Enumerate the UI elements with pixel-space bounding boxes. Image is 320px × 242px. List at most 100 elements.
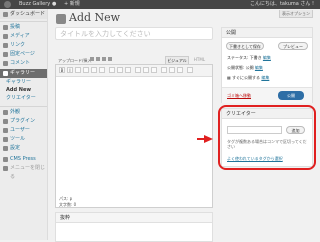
sidebar-item-label: ダッシュボード xyxy=(10,11,46,17)
add-video-icon[interactable] xyxy=(96,57,100,61)
new-content-link[interactable]: + 新規 xyxy=(64,1,80,8)
sidebar-item-cms-press[interactable]: CMS Press xyxy=(0,155,47,164)
sidebar-item-users[interactable]: ユーザー xyxy=(0,126,47,135)
page-title: Add New xyxy=(69,11,121,24)
bold-button[interactable]: B xyxy=(59,67,65,73)
cms-icon xyxy=(3,157,8,162)
pin-icon xyxy=(3,25,8,30)
blockquote-button[interactable] xyxy=(99,67,105,73)
align-left-button[interactable] xyxy=(109,67,115,73)
sidebar-item-posts[interactable]: 投稿 xyxy=(0,23,47,32)
sidebar-item-dashboard[interactable]: ダッシュボード xyxy=(0,10,47,19)
title-input[interactable]: タイトルを入力してください xyxy=(55,27,213,40)
extra-button[interactable] xyxy=(187,67,193,73)
submenu-item-creator[interactable]: クリエイター xyxy=(0,95,47,102)
howdy-user-link[interactable]: こんにちは、takuma さん ! xyxy=(250,1,314,8)
align-right-button[interactable] xyxy=(125,67,131,73)
strikethrough-button[interactable] xyxy=(75,67,81,73)
comment-icon xyxy=(3,61,8,66)
sidebar-item-label: メニューを閉じる xyxy=(10,165,46,180)
dashboard-icon xyxy=(3,12,8,17)
admin-bar: Buzz Gallery ● + 新規 こんにちは、takuma さん ! xyxy=(0,0,320,9)
sidebar-item-label: 外観 xyxy=(10,109,21,115)
collapse-icon xyxy=(3,166,8,171)
submenu-label: ギャラリー xyxy=(6,79,32,85)
publish-box: 公開 下書きとして保存 プレビュー ステータス: 下書き 編集 公開状態: 公開… xyxy=(221,27,313,103)
visibility-edit-link[interactable]: 編集 xyxy=(255,65,263,70)
schedule-edit-link[interactable]: 編集 xyxy=(261,75,269,80)
tab-html[interactable]: HTML xyxy=(191,56,208,64)
unlink-button[interactable] xyxy=(143,67,149,73)
sidebar-item-appearance[interactable]: 外観 xyxy=(0,108,47,117)
preview-button[interactable]: プレビュー xyxy=(278,42,308,50)
sidebar-separator xyxy=(0,106,47,107)
sidebar-item-comments[interactable]: コメント xyxy=(0,59,47,68)
spellcheck-button[interactable] xyxy=(161,67,167,73)
sidebar-item-links[interactable]: リンク xyxy=(0,41,47,50)
gallery-icon xyxy=(3,71,8,76)
collapse-menu-button[interactable]: メニューを閉じる xyxy=(0,164,47,180)
excerpt-heading[interactable]: 抜粋 xyxy=(56,213,212,223)
site-name-link[interactable]: Buzz Gallery xyxy=(19,1,50,8)
admin-sidebar: ダッシュボード 投稿 メディア リンク 固定ページ コメント ギャラリー ギャラ… xyxy=(0,9,48,240)
submenu-label: クリエイター xyxy=(6,95,36,101)
sidebar-item-label: プラグイン xyxy=(10,118,36,124)
screen-options-button[interactable]: 表示オプション xyxy=(279,10,313,18)
visibility-row: 公開状態: 公開 編集 xyxy=(227,65,263,71)
add-audio-icon[interactable] xyxy=(102,57,106,61)
sidebar-item-label: メディア xyxy=(10,33,30,39)
add-image-icon[interactable] xyxy=(90,57,94,61)
word-count: 文字数: 0 xyxy=(59,202,77,207)
fullscreen-button[interactable] xyxy=(169,67,175,73)
excerpt-box: 抜粋 xyxy=(55,212,213,242)
italic-button[interactable]: I xyxy=(67,67,73,73)
status-label: ステータス: 下書き xyxy=(227,55,262,60)
submenu-item-add-new[interactable]: Add New xyxy=(0,87,47,94)
sidebar-separator xyxy=(0,21,47,22)
settings-icon xyxy=(3,146,8,151)
sidebar-item-label: ギャラリー xyxy=(10,70,36,76)
status-edit-link[interactable]: 編集 xyxy=(263,55,271,60)
align-center-button[interactable] xyxy=(117,67,123,73)
bullet-list-button[interactable] xyxy=(83,67,89,73)
trash-link[interactable]: ゴミ箱へ移動 xyxy=(227,93,251,99)
wordpress-logo-icon[interactable] xyxy=(4,1,11,8)
schedule-row: ▦ すぐに公開する 編集 xyxy=(227,75,269,81)
status-row: ステータス: 下書き 編集 xyxy=(227,55,271,61)
kitchen-sink-button[interactable] xyxy=(177,67,183,73)
appearance-icon xyxy=(3,110,8,115)
add-media-icon[interactable] xyxy=(108,57,112,61)
sidebar-item-plugins[interactable]: プラグイン xyxy=(0,117,47,126)
sidebar-item-settings[interactable]: 設定 xyxy=(0,144,47,153)
visibility-label: 公開状態: 公開 xyxy=(227,65,254,70)
sidebar-item-label: コメント xyxy=(10,60,31,66)
arrow-icon xyxy=(204,135,213,143)
user-icon xyxy=(3,128,8,133)
numbered-list-button[interactable] xyxy=(91,67,97,73)
save-draft-button[interactable]: 下書きとして保存 xyxy=(226,42,264,50)
content-editor[interactable]: B I パス: p 文字数: 0 xyxy=(55,64,213,208)
sidebar-item-label: ユーザー xyxy=(10,127,30,133)
publish-heading[interactable]: 公開 xyxy=(222,28,312,38)
editor-toolbar: B I xyxy=(56,65,212,77)
link-button[interactable] xyxy=(135,67,141,73)
schedule-label: すぐに公開する xyxy=(232,75,261,80)
publish-button[interactable]: 公開 xyxy=(278,91,304,100)
sidebar-item-media[interactable]: メディア xyxy=(0,32,47,41)
comment-bubble-icon[interactable]: ● xyxy=(52,1,56,8)
submenu-item-gallery[interactable]: ギャラリー xyxy=(0,79,47,86)
sidebar-item-label: リンク xyxy=(10,42,26,48)
highlight-outline xyxy=(218,105,316,170)
plugin-icon xyxy=(3,119,8,124)
media-icon xyxy=(3,34,8,39)
sidebar-item-label: CMS Press xyxy=(10,156,36,162)
tools-icon xyxy=(3,137,8,142)
sidebar-item-pages[interactable]: 固定ページ xyxy=(0,50,47,59)
sidebar-item-gallery[interactable]: ギャラリー xyxy=(0,69,47,78)
sidebar-item-label: 設定 xyxy=(10,145,21,151)
more-tag-button[interactable] xyxy=(151,67,157,73)
link-icon xyxy=(3,43,8,48)
sidebar-item-tools[interactable]: ツール xyxy=(0,135,47,144)
page-icon xyxy=(3,52,8,57)
sidebar-item-label: 固定ページ xyxy=(10,51,35,57)
